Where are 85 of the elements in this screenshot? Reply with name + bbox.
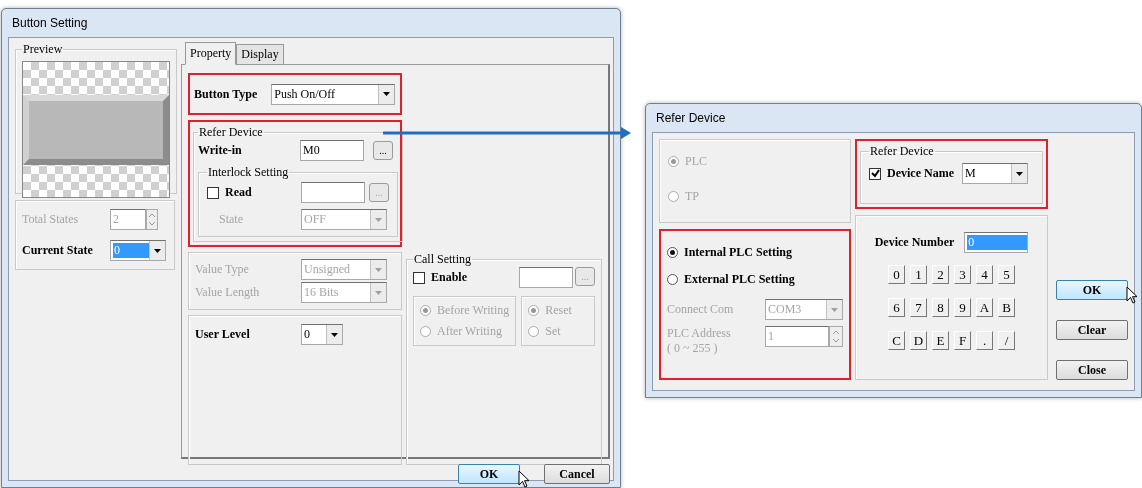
- keypad-key[interactable]: C: [888, 331, 905, 350]
- keypad-key[interactable]: 9: [954, 298, 971, 317]
- keypad-key[interactable]: E: [932, 331, 949, 350]
- keypad-key[interactable]: 6: [888, 298, 905, 317]
- group-title: Interlock Setting: [207, 165, 290, 180]
- field-label: Value Type: [195, 262, 250, 277]
- dialog-button[interactable]: Close: [1056, 360, 1128, 380]
- radio-label: TP: [685, 189, 699, 204]
- dialog-button[interactable]: Clear: [1056, 320, 1128, 340]
- tab[interactable]: Property: [185, 42, 237, 65]
- keypad-key[interactable]: /: [998, 331, 1015, 350]
- radio-label: Internal PLC Setting: [684, 245, 792, 260]
- keypad-key[interactable]: F: [954, 331, 971, 350]
- radio-button[interactable]: [528, 305, 540, 316]
- keypad-key[interactable]: B: [998, 298, 1015, 317]
- checkbox[interactable]: [413, 271, 425, 284]
- group-title: Preview: [22, 42, 64, 57]
- caret-icon: [370, 260, 386, 279]
- field-label: Button Type: [194, 86, 258, 102]
- keypad-key[interactable]: 0: [888, 265, 905, 284]
- radio-button[interactable]: [667, 274, 678, 285]
- radio-label: Set: [545, 324, 561, 339]
- field-label: Current State: [22, 243, 94, 258]
- cursor-icon: [1126, 286, 1138, 304]
- field-label: User Level: [195, 327, 251, 342]
- keypad-key[interactable]: 4: [976, 265, 993, 284]
- spinner-icon: [829, 326, 843, 347]
- keypad-key[interactable]: .: [976, 331, 993, 350]
- caret-icon: [149, 241, 165, 260]
- caret-icon: [826, 300, 842, 319]
- radio-button[interactable]: [420, 326, 431, 337]
- field-label: Device Number: [874, 235, 955, 250]
- keypad-key[interactable]: 7: [910, 298, 927, 317]
- text-field[interactable]: M0: [300, 140, 364, 161]
- dialog-button[interactable]: OK: [1056, 280, 1128, 300]
- keypad-key[interactable]: 8: [932, 298, 949, 317]
- checkbox-label: Enable: [431, 270, 467, 285]
- caret-icon: [370, 210, 386, 229]
- text-field[interactable]: [301, 182, 365, 203]
- field-label: Connect Com: [667, 302, 735, 317]
- radio-button[interactable]: [420, 305, 431, 316]
- radio-button[interactable]: [668, 191, 679, 202]
- text-field[interactable]: [519, 267, 573, 288]
- checkbox[interactable]: [869, 167, 881, 180]
- keypad-key[interactable]: 5: [998, 265, 1015, 284]
- range-hint: ( 0 ~ 255 ): [667, 341, 719, 356]
- tab[interactable]: Display: [236, 44, 284, 65]
- radio-label: After Writing: [437, 324, 502, 339]
- browse-button[interactable]: ...: [373, 141, 393, 160]
- keypad-key[interactable]: D: [910, 331, 927, 350]
- radio-button[interactable]: [668, 156, 679, 167]
- checkbox-label: Read: [225, 185, 252, 200]
- field-label: Total States: [22, 212, 80, 227]
- radio-button[interactable]: [528, 326, 540, 337]
- group-title: Refer Device: [869, 144, 935, 159]
- caret-icon: [1010, 164, 1027, 183]
- radio-button[interactable]: [667, 247, 678, 258]
- keypad-key[interactable]: A: [976, 298, 993, 317]
- radio-label: Reset: [545, 303, 572, 318]
- window-title: Refer Device: [656, 111, 726, 125]
- keypad-key[interactable]: 1: [910, 265, 927, 284]
- dropdown[interactable]: 0: [301, 324, 343, 345]
- keypad-key[interactable]: 2: [932, 265, 949, 284]
- dropdown[interactable]: Push On/Off: [271, 83, 396, 105]
- dialog-button[interactable]: OK: [458, 464, 520, 484]
- field-label: State: [218, 212, 244, 227]
- cursor-icon: [518, 470, 530, 488]
- radio-label: Before Writing: [437, 303, 510, 318]
- group-title: Call Setting: [413, 252, 472, 267]
- radio-label: External PLC Setting: [684, 272, 795, 287]
- caret-icon: [326, 325, 342, 344]
- keypad-key[interactable]: 3: [954, 265, 971, 284]
- window-title: Button Setting: [12, 16, 88, 30]
- dialog-button[interactable]: Cancel: [544, 464, 610, 484]
- radio-label: PLC: [685, 154, 707, 169]
- field-label: Write-in: [198, 143, 243, 158]
- group-title: Refer Device: [198, 125, 264, 140]
- caret-icon: [370, 283, 386, 302]
- spinner-icon: [146, 209, 158, 230]
- caret-icon: [378, 84, 395, 104]
- checkbox[interactable]: [207, 186, 219, 199]
- field-label: PLC Address: [667, 326, 732, 341]
- field-label: Value Length: [195, 285, 261, 300]
- checkbox-label: Device Name: [887, 166, 954, 181]
- dropdown[interactable]: M: [961, 163, 1028, 184]
